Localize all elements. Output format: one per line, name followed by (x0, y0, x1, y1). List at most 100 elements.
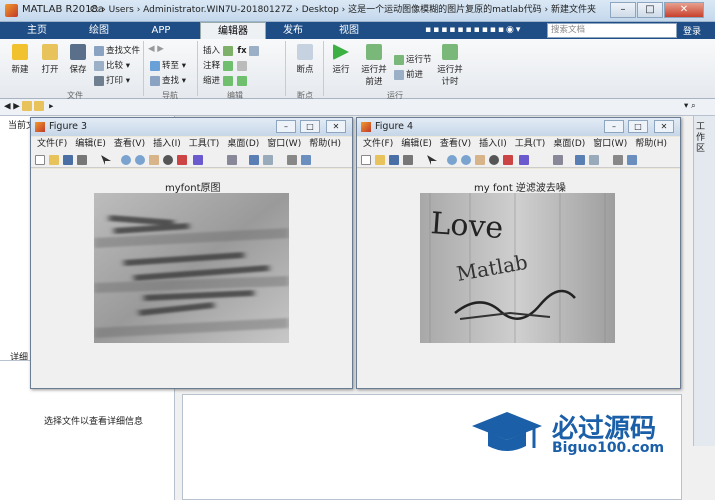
dock-icon[interactable] (627, 155, 637, 165)
menu-tools[interactable]: 工具(T) (515, 139, 546, 149)
format-icon (249, 45, 260, 56)
figure-4-close-button[interactable]: ✕ (654, 120, 674, 133)
data-cursor-icon[interactable] (177, 155, 187, 165)
print-button[interactable]: 打印 ▾ (94, 74, 130, 86)
figure-4-maximize-button[interactable]: □ (628, 120, 648, 133)
open-icon[interactable] (375, 155, 385, 165)
pointer-icon[interactable] (101, 155, 111, 165)
menu-window[interactable]: 窗口(W) (267, 139, 301, 149)
path-dropdown-icon[interactable]: ▾ ⌕ (684, 101, 696, 111)
hide-tools-icon[interactable] (613, 155, 623, 165)
insert-button[interactable]: 插入 fx (203, 44, 261, 56)
nav-arrows-icon[interactable]: ◀ ▶ ▸ (4, 101, 53, 112)
current-folder-path[interactable]: C: › Users › Administrator.WIN7U-2018012… (90, 2, 680, 15)
menu-file[interactable]: 文件(F) (363, 139, 393, 149)
menu-view[interactable]: 查看(V) (114, 139, 145, 149)
pan-icon[interactable] (149, 155, 159, 165)
tab-publish[interactable]: 发布 (266, 22, 320, 39)
colorbar-icon[interactable] (575, 155, 585, 165)
figure-3-minimize-button[interactable]: – (276, 120, 296, 133)
menu-window[interactable]: 窗口(W) (593, 139, 627, 149)
pointer-icon[interactable] (427, 155, 437, 165)
zoom-out-icon[interactable] (135, 155, 145, 165)
rotate-icon[interactable] (163, 155, 173, 165)
new-figure-icon[interactable] (35, 155, 45, 165)
run-and-advance-button[interactable]: 运行并 前进 (358, 44, 390, 87)
new-button[interactable]: 新建 (6, 44, 34, 75)
menu-desktop[interactable]: 桌面(D) (227, 139, 259, 149)
colorbar-icon[interactable] (249, 155, 259, 165)
figure-3-title: Figure 3 (49, 121, 88, 132)
hide-tools-icon[interactable] (287, 155, 297, 165)
breakpoints-button[interactable]: 断点 (292, 44, 318, 75)
tab-editor[interactable]: 编辑器 (200, 22, 266, 39)
brush-icon[interactable] (193, 155, 203, 165)
rotate-icon[interactable] (489, 155, 499, 165)
new-figure-icon[interactable] (361, 155, 371, 165)
menu-file[interactable]: 文件(F) (37, 139, 67, 149)
brush-icon[interactable] (519, 155, 529, 165)
link-plot-icon[interactable] (227, 155, 237, 165)
figure-3-maximize-button[interactable]: □ (300, 120, 320, 133)
find-button[interactable]: 查找 ▾ (150, 74, 186, 86)
menu-desktop[interactable]: 桌面(D) (553, 139, 585, 149)
restored-image-svg: Love Matlab (420, 193, 615, 343)
run-and-time-button[interactable]: 运行并 计时 (434, 44, 466, 87)
figure-4-minimize-button[interactable]: – (604, 120, 624, 133)
menu-help[interactable]: 帮助(H) (309, 139, 341, 149)
search-docs-input[interactable]: 搜索文档 (547, 23, 677, 38)
save-icon[interactable] (389, 155, 399, 165)
go-to-button[interactable]: 转至 ▾ (150, 59, 186, 71)
open-button[interactable]: 打开 (36, 44, 64, 75)
address-bar (0, 99, 715, 116)
save-icon[interactable] (63, 155, 73, 165)
tab-home[interactable]: 主页 (10, 22, 64, 39)
workspace-panel-strip[interactable] (693, 116, 715, 446)
pan-icon[interactable] (475, 155, 485, 165)
legend-icon[interactable] (589, 155, 599, 165)
zoom-out-icon[interactable] (461, 155, 471, 165)
menu-help[interactable]: 帮助(H) (635, 139, 667, 149)
save-icon (70, 44, 86, 60)
open-icon[interactable] (49, 155, 59, 165)
find-icon (150, 75, 160, 86)
browse-folder-icon (34, 101, 45, 111)
link-plot-icon[interactable] (553, 155, 563, 165)
workspace-label: 工作区 (696, 122, 706, 154)
run-section-button[interactable]: 运行节 (394, 53, 432, 65)
zoom-in-icon[interactable] (121, 155, 131, 165)
tab-plots[interactable]: 绘图 (72, 22, 126, 39)
run-button[interactable]: 运行 (328, 44, 354, 75)
indent-button[interactable]: 缩进 (203, 74, 249, 86)
zoom-in-icon[interactable] (447, 155, 457, 165)
ribbon-separator (285, 41, 286, 96)
tab-apps[interactable]: APP (134, 22, 188, 39)
dock-icon[interactable] (301, 155, 311, 165)
data-cursor-icon[interactable] (503, 155, 513, 165)
tab-view[interactable]: 视图 (322, 22, 376, 39)
compare-button[interactable]: 比较 ▾ (94, 59, 130, 71)
menu-view[interactable]: 查看(V) (440, 139, 471, 149)
advance-button[interactable]: 前进 (394, 68, 423, 80)
print-icon[interactable] (77, 155, 87, 165)
menu-edit[interactable]: 编辑(E) (401, 139, 432, 149)
menu-insert[interactable]: 插入(I) (479, 139, 507, 149)
login-link[interactable]: 登录 (683, 24, 701, 37)
print-icon[interactable] (403, 155, 413, 165)
figure-4-window[interactable]: Figure 4 – □ ✕ 文件(F) 编辑(E) 查看(V) 插入(I) 工具(T)… (356, 117, 681, 389)
figure-3-menu-bar: 文件(F) 编辑(E) 查看(V) 插入(I) 工具(T) 桌面(D) 窗口(W) 帮助(H) (31, 137, 352, 152)
find-files-button[interactable]: 查找文件 (94, 44, 140, 56)
run-section-icon (394, 54, 404, 65)
figure-3-window[interactable]: Figure 3 – □ ✕ 文件(F) 编辑(E) 查看(V) 插入(I) 工具(T)… (30, 117, 353, 389)
menu-edit[interactable]: 编辑(E) (75, 139, 106, 149)
figure-3-close-button[interactable]: ✕ (326, 120, 346, 133)
legend-icon[interactable] (263, 155, 273, 165)
ribbon-separator (323, 41, 324, 96)
menu-tools[interactable]: 工具(T) (189, 139, 220, 149)
comment-button[interactable]: 注释 (203, 59, 249, 71)
menu-insert[interactable]: 插入(I) (153, 139, 181, 149)
quick-access-icons[interactable]: ▪▪▪▪▪▪▪▪▪▪◉▾ (425, 25, 522, 35)
back-forward-icons[interactable]: ◀ ▶ (148, 44, 164, 54)
indent-icon (222, 75, 233, 86)
save-button[interactable]: 保存 (64, 44, 92, 75)
